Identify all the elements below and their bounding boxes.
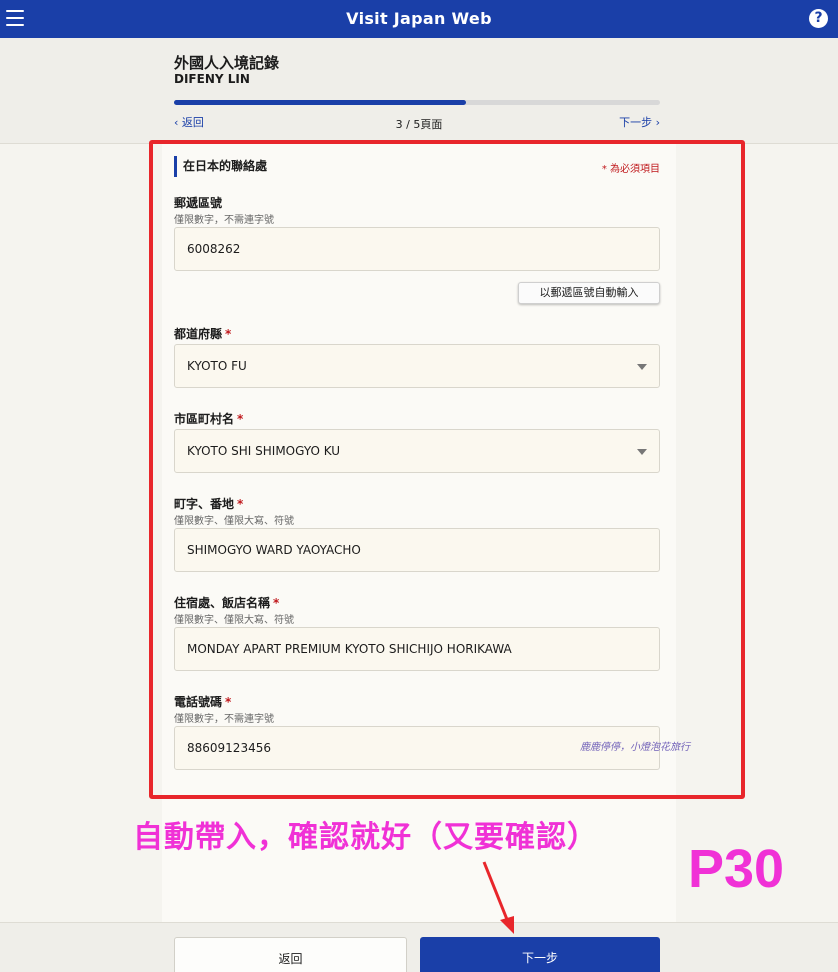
progress-bar [174, 100, 660, 105]
back-button[interactable]: 返回 [174, 937, 407, 972]
next-button[interactable]: 下一步 [420, 937, 660, 972]
traveler-name: DIFENY LIN [174, 72, 250, 86]
chevron-right-icon: › [652, 116, 660, 129]
page-tag: P30 [688, 839, 785, 899]
help-icon[interactable]: ? [809, 9, 828, 28]
top-bar: Visit Japan Web ? [0, 0, 838, 38]
page-header: 外國人入境記錄 DIFENY LIN ‹ 返回 3 / 5頁面 下一步 › [0, 38, 838, 144]
progress-fill [174, 100, 466, 105]
highlight-box [149, 140, 745, 799]
app-title: Visit Japan Web [346, 9, 492, 28]
arrow-annotation-icon [482, 861, 514, 934]
annotation-text: 自動帶入，確認就好（又要確認） [133, 820, 598, 855]
page-indicator: 3 / 5頁面 [395, 118, 443, 131]
next-link[interactable]: 下一步 › [619, 114, 660, 130]
page-title: 外國人入境記錄 [174, 54, 280, 72]
footer: 返回 下一步 [0, 922, 838, 972]
